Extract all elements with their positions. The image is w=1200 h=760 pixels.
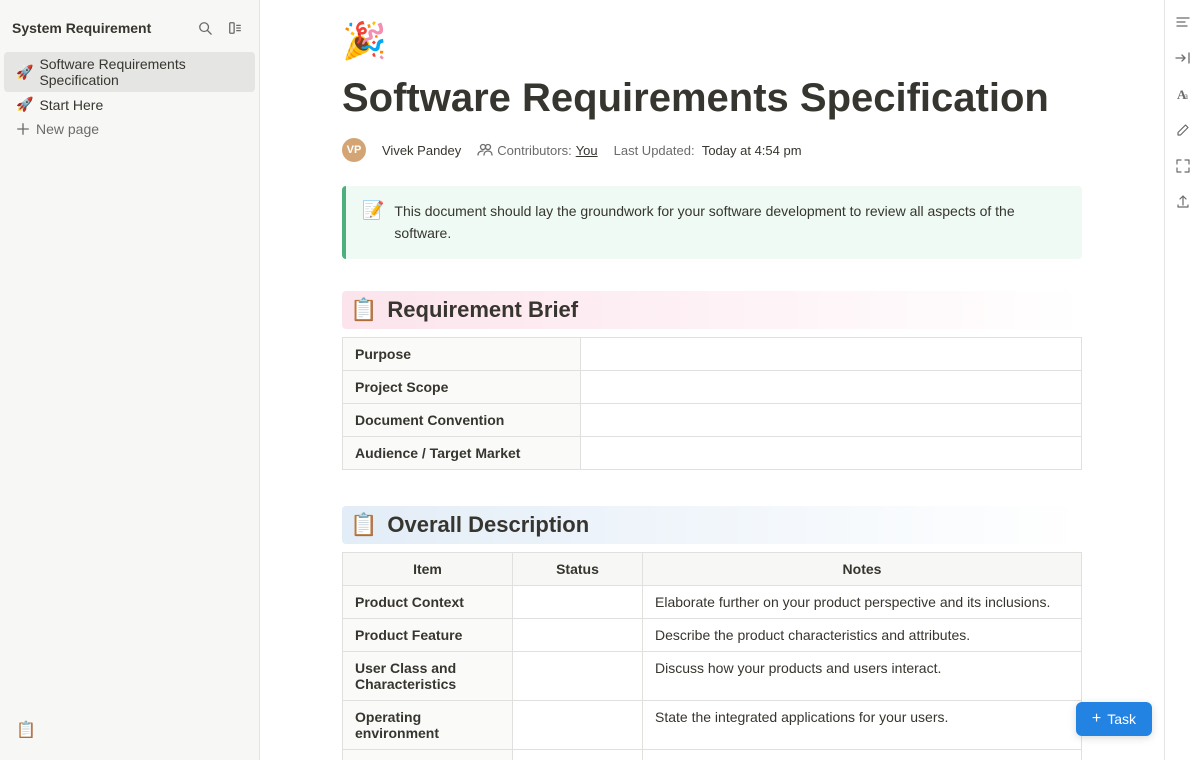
table-cell-notes: State the integrated applications for yo… [643, 700, 1082, 749]
table-cell-value[interactable] [581, 403, 1082, 436]
table-row: Operating environment State the integrat… [343, 700, 1082, 749]
callout-text: This document should lay the groundwork … [394, 200, 1066, 245]
section-heading-overall-description: 📋 Overall Description [342, 506, 1082, 544]
contributors-icon [477, 142, 493, 158]
sidebar-header: System Requirement [0, 8, 259, 48]
table-cell-item: Design and implementation [343, 749, 513, 760]
font-icon[interactable]: A a [1169, 80, 1197, 108]
callout-box: 📝 This document should lay the groundwor… [342, 186, 1082, 259]
svg-text:a: a [1184, 91, 1188, 101]
table-cell-item: Product Feature [343, 618, 513, 651]
task-button-label: Task [1107, 711, 1136, 727]
right-toolbar: A a [1164, 0, 1200, 760]
table-cell-status[interactable] [513, 651, 643, 700]
contributors-link[interactable]: You [576, 143, 598, 158]
collapse-rt-icon[interactable] [1169, 44, 1197, 72]
section-emoji-1: 📋 [350, 297, 377, 323]
last-updated-value: Today at 4:54 pm [702, 143, 802, 158]
table-cell-item: Operating environment [343, 700, 513, 749]
table-cell-status[interactable] [513, 585, 643, 618]
avatar: VP [342, 138, 366, 162]
table-cell-notes: Elaborate further on your product perspe… [643, 585, 1082, 618]
col-header-status: Status [513, 552, 643, 585]
edit-icon[interactable] [1169, 116, 1197, 144]
new-page-button[interactable]: New page [4, 117, 255, 141]
sidebar-item-emoji: 🚀 [16, 96, 33, 113]
table-cell-status[interactable] [513, 749, 643, 760]
section-title-2: Overall Description [387, 512, 589, 538]
callout-emoji: 📝 [362, 200, 384, 221]
col-header-item: Item [343, 552, 513, 585]
table-cell-label: Document Convention [343, 403, 581, 436]
table-cell-value[interactable] [581, 337, 1082, 370]
table-cell-status[interactable] [513, 618, 643, 651]
avatar-initials: VP [347, 144, 362, 156]
table-cell-value[interactable] [581, 370, 1082, 403]
col-header-notes: Notes [643, 552, 1082, 585]
sidebar-header-icons [193, 16, 247, 40]
table-cell-value[interactable] [581, 436, 1082, 469]
task-button[interactable]: + Task [1076, 702, 1152, 736]
section-emoji-2: 📋 [350, 512, 377, 538]
table-cell-item: User Class and Characteristics [343, 651, 513, 700]
collapse-sidebar-button[interactable] [223, 16, 247, 40]
contributors-group: Contributors: You [477, 142, 597, 158]
toc-icon[interactable] [1169, 8, 1197, 36]
share-icon[interactable] [1169, 188, 1197, 216]
table-cell-label: Project Scope [343, 370, 581, 403]
search-icon [198, 21, 212, 35]
table-row: Project Scope [343, 370, 1082, 403]
search-button[interactable] [193, 16, 217, 40]
task-plus-icon: + [1092, 710, 1101, 728]
main-content: 🎉 Software Requirements Specification VP… [260, 0, 1164, 760]
page-area: 🎉 Software Requirements Specification VP… [282, 0, 1142, 760]
table-row: Audience / Target Market [343, 436, 1082, 469]
sidebar-bottom: 📋 [0, 708, 259, 752]
sidebar-item-start-here[interactable]: 🚀 Start Here [4, 92, 255, 117]
author-name: Vivek Pandey [382, 143, 461, 158]
page-meta: VP Vivek Pandey Contributors: You Last U… [342, 138, 1082, 162]
table-cell-label: Audience / Target Market [343, 436, 581, 469]
table-cell-notes: Describe the product characteristics and… [643, 618, 1082, 651]
sidebar-item-label: Start Here [39, 97, 103, 113]
table-cell-label: Purpose [343, 337, 581, 370]
sidebar-item-label: Software Requirements Specification [39, 56, 243, 88]
section-heading-requirement-brief: 📋 Requirement Brief [342, 291, 1082, 329]
sidebar-bottom-icon[interactable]: 📋 [12, 716, 40, 744]
table-row: Product Feature Describe the product cha… [343, 618, 1082, 651]
requirement-brief-table: Purpose Project Scope Document Conventio… [342, 337, 1082, 470]
table-header-row: Item Status Notes [343, 552, 1082, 585]
sidebar-item-software-req[interactable]: 🚀 Software Requirements Specification [4, 52, 255, 92]
table-cell-notes: Specify the limitations to your product … [643, 749, 1082, 760]
contributors-label: Contributors: [497, 143, 571, 158]
plus-icon [16, 122, 30, 136]
table-cell-notes: Discuss how your products and users inte… [643, 651, 1082, 700]
page-emoji: 🎉 [342, 20, 1082, 62]
collapse-icon [228, 21, 242, 35]
table-row: Document Convention [343, 403, 1082, 436]
table-cell-item: Product Context [343, 585, 513, 618]
section-title-1: Requirement Brief [387, 297, 578, 323]
table-row: Design and implementation Specify the li… [343, 749, 1082, 760]
page-title: Software Requirements Specification [342, 74, 1082, 122]
table-row: Product Context Elaborate further on you… [343, 585, 1082, 618]
fullscreen-icon[interactable] [1169, 152, 1197, 180]
new-page-label: New page [36, 121, 99, 137]
table-row: Purpose [343, 337, 1082, 370]
workspace-title: System Requirement [12, 20, 151, 36]
sidebar: System Requirement 🚀 Software Requiremen… [0, 0, 260, 760]
table-row: User Class and Characteristics Discuss h… [343, 651, 1082, 700]
table-cell-status[interactable] [513, 700, 643, 749]
last-updated: Last Updated: Today at 4:54 pm [614, 143, 802, 158]
overall-description-table: Item Status Notes Product Context Elabor… [342, 552, 1082, 760]
sidebar-item-emoji: 🚀 [16, 64, 33, 81]
